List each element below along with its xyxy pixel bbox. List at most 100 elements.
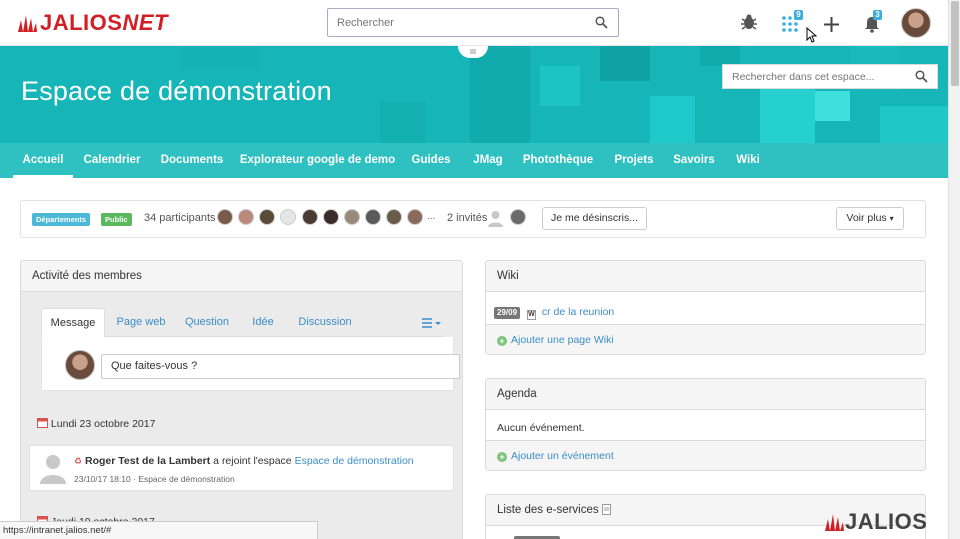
jalios-flame-icon — [825, 514, 844, 531]
page-scrollbar[interactable] — [948, 0, 960, 539]
activity-item: ♻ Roger Test de la Lambert a rejoint l'e… — [29, 445, 454, 491]
banner-tile — [540, 66, 580, 106]
composer-avatar — [65, 350, 95, 380]
composer-tabs: Message Page web Question Idée Discussio… — [41, 308, 443, 337]
participant-avatar[interactable] — [344, 209, 360, 225]
banner-tile — [380, 101, 425, 143]
invites-count[interactable]: 2 invités — [447, 212, 487, 224]
handle-grip-icon — [470, 49, 476, 54]
apps-badge: 9 — [794, 10, 803, 20]
participant-avatar[interactable] — [259, 209, 275, 225]
global-search-input[interactable] — [328, 9, 578, 36]
tab-question[interactable]: Question — [177, 308, 237, 337]
add-event-label: Ajouter un événement — [511, 450, 614, 462]
space-navigation: Accueil Calendrier Documents Explorateur… — [0, 143, 948, 178]
banner-tile — [815, 91, 850, 121]
composer: Que faites-vous ? — [41, 337, 460, 391]
menu-dropdown-icon[interactable] — [422, 318, 442, 328]
nav-documents[interactable]: Documents — [155, 143, 229, 178]
banner-tile — [700, 46, 740, 66]
eservices-title: Liste des e-services — [497, 504, 599, 516]
see-more-label: Voir plus — [846, 212, 887, 224]
space-title: Espace de démonstration — [21, 76, 332, 106]
agenda-title: Agenda — [486, 379, 925, 410]
participant-avatar[interactable] — [386, 209, 402, 225]
activity-space-link[interactable]: Espace de démonstration — [295, 455, 414, 467]
wiki-item-link[interactable]: cr de la reunion — [542, 306, 614, 318]
tab-message[interactable]: Message — [41, 308, 105, 337]
unsubscribe-button[interactable]: Je me désinscris... — [542, 207, 647, 230]
participants-ellipsis: ... — [427, 211, 436, 222]
banner-tile — [600, 46, 650, 81]
user-avatar[interactable] — [901, 8, 931, 38]
participant-avatar[interactable] — [238, 209, 254, 225]
user-placeholder-icon[interactable] — [488, 210, 503, 227]
top-bar: JALIOSNET 9 — [0, 0, 948, 46]
nav-explorateur[interactable]: Explorateur google de demo — [237, 143, 398, 178]
agenda-panel: Agenda Aucun événement. + Ajouter un évén… — [485, 378, 926, 471]
search-icon[interactable] — [595, 16, 608, 29]
nav-calendrier[interactable]: Calendrier — [79, 143, 145, 178]
add-circle-icon: + — [497, 452, 507, 462]
jalios-logo[interactable]: JALIOSNET — [16, 12, 168, 34]
add-circle-icon: + — [497, 336, 507, 346]
activity-text: ♻ Roger Test de la Lambert a rejoint l'e… — [74, 455, 414, 467]
nav-accueil[interactable]: Accueil — [13, 143, 73, 178]
participants-count[interactable]: 34 participants — [144, 212, 216, 224]
bug-icon[interactable] — [739, 12, 759, 32]
date-label: Lundi 23 octobre 2017 — [50, 418, 156, 430]
wiki-item-date: 29/09 — [494, 307, 521, 319]
logo-suffix-text: NET — [122, 10, 168, 35]
tag-public[interactable]: Public — [101, 213, 132, 226]
notifications-button[interactable]: 3 — [863, 10, 883, 35]
banner-tile — [470, 46, 530, 143]
tab-discussion[interactable]: Discussion — [289, 308, 361, 337]
banner-tile — [180, 46, 260, 71]
notifications-badge: 3 — [873, 10, 882, 20]
participant-avatar[interactable] — [302, 209, 318, 225]
mouse-cursor-icon — [806, 27, 817, 43]
add-wiki-page[interactable]: + Ajouter une page Wiki — [486, 324, 925, 354]
activity-panel: Activité des membres Message Page web Qu… — [20, 260, 463, 539]
invitee-avatar[interactable] — [510, 209, 526, 225]
space-search[interactable] — [722, 64, 938, 89]
calendar-icon — [37, 418, 48, 428]
jalios-watermark: JALIOS — [823, 509, 928, 534]
activity-meta: 23/10/17 18:10 · Espace de démonstration — [74, 474, 235, 484]
banner-collapse-handle[interactable] — [458, 46, 488, 58]
participant-avatar[interactable] — [280, 209, 296, 225]
caret-down-icon: ▾ — [889, 214, 894, 223]
participant-avatar[interactable] — [217, 209, 233, 225]
wiki-doc-icon: W — [526, 310, 536, 320]
apps-button[interactable]: 9 — [781, 10, 803, 35]
status-input[interactable]: Que faites-vous ? — [101, 354, 460, 379]
participant-avatar[interactable] — [407, 209, 423, 225]
user-placeholder-icon[interactable] — [39, 452, 67, 484]
nav-savoirs[interactable]: Savoirs — [666, 143, 722, 178]
watermark-text: JALIOS — [845, 509, 928, 534]
search-icon[interactable] — [915, 70, 928, 83]
add-icon[interactable] — [823, 16, 840, 33]
participant-avatar[interactable] — [323, 209, 339, 225]
space-search-input[interactable] — [723, 65, 908, 88]
activity-user[interactable]: Roger Test de la Lambert — [85, 455, 210, 467]
tab-idee[interactable]: Idée — [244, 308, 282, 337]
agenda-empty: Aucun événement. — [497, 422, 585, 434]
wiki-title: Wiki — [486, 261, 925, 292]
scrollbar-thumb[interactable] — [951, 1, 959, 86]
browser-status-url: https://intranet.jalios.net/# — [0, 521, 318, 539]
activity-title: Activité des membres — [21, 261, 462, 292]
global-search[interactable] — [327, 8, 619, 37]
join-icon: ♻ — [74, 456, 83, 466]
nav-guides[interactable]: Guides — [406, 143, 456, 178]
wiki-item: 29/09 W cr de la reunion — [486, 306, 925, 320]
nav-wiki[interactable]: Wiki — [730, 143, 766, 178]
see-more-button[interactable]: Voir plus ▾ — [836, 207, 904, 230]
participant-avatar[interactable] — [365, 209, 381, 225]
add-event[interactable]: + Ajouter un événement — [486, 440, 925, 470]
nav-jmag[interactable]: JMag — [464, 143, 512, 178]
tag-departements[interactable]: Départements — [32, 213, 91, 226]
nav-phototheque[interactable]: Photothèque — [517, 143, 599, 178]
nav-projets[interactable]: Projets — [607, 143, 661, 178]
tab-page-web[interactable]: Page web — [111, 308, 171, 337]
